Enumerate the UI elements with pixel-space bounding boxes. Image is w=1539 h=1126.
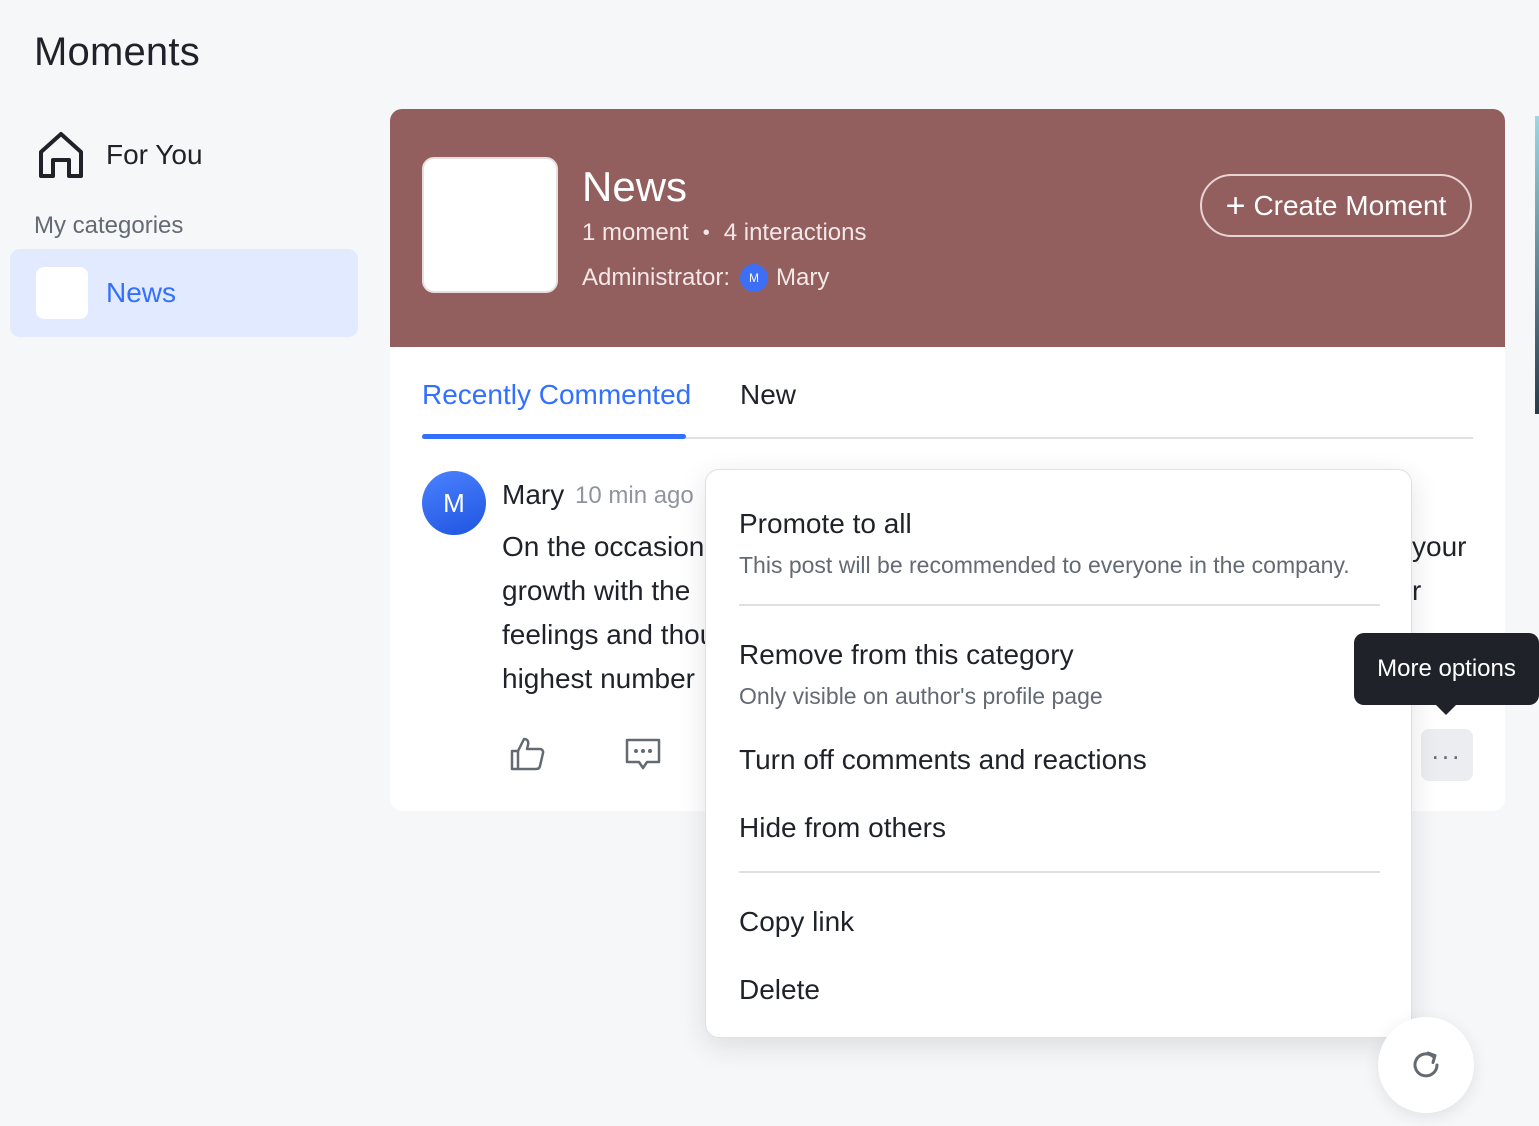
admin-label: Administrator: [582,264,731,291]
post-text-fragment: your [1412,531,1467,562]
active-tab-indicator [422,434,686,439]
interactions-count: 4 interactions [723,219,867,246]
menu-item-subtitle: This post will be recommended to everyon… [739,552,1350,578]
plus-icon: + [1225,186,1246,225]
category-cover-image [422,157,558,293]
sidebar-item-news[interactable]: News [10,249,358,337]
admin-name[interactable]: Mary [776,264,829,292]
post-text-fragment: r [1412,575,1422,606]
sidebar-item-label: News [106,277,177,308]
menu-item-title: Delete [739,974,820,1005]
category-title: News [582,163,688,210]
sidebar-section-heading: My categories [34,212,184,239]
comment-icon[interactable] [624,735,662,773]
admin-avatar[interactable]: M [740,264,769,292]
stats-separator: • [702,221,710,244]
menu-item-title: Hide from others [739,812,946,843]
category-admin: Administrator: M Mary [582,264,829,292]
tab-recently-commented[interactable]: Recently Commented [422,379,691,411]
menu-item-turn-off-comments[interactable]: Turn off comments and reactions [739,744,1380,776]
avatar[interactable]: M [422,471,486,535]
sidebar-item-label: For You [106,139,203,170]
more-options-tooltip: More options [1354,633,1539,715]
category-banner: News 1 moment • 4 interactions Administr… [390,109,1505,347]
menu-item-title: Remove from this category [739,639,1074,670]
post-timestamp: 10 min ago [575,482,694,509]
menu-item-title: Copy link [739,906,855,937]
menu-item-title: Turn off comments and reactions [739,744,1147,775]
more-options-button[interactable]: ... [1421,729,1473,781]
menu-divider [739,604,1380,606]
app-title: Moments [34,30,200,74]
menu-divider [739,871,1380,873]
more-icon: ... [1431,735,1463,765]
category-stats: 1 moment • 4 interactions [582,219,866,247]
menu-item-promote-to-all[interactable]: Promote to all This post will be recomme… [739,508,1380,579]
refresh-icon [1413,1051,1439,1078]
menu-item-title: Promote to all [739,508,912,539]
sidebar-item-for-you[interactable]: For You [34,126,354,184]
home-icon [39,132,83,178]
like-icon[interactable] [508,735,546,773]
category-thumbnail [36,267,88,319]
menu-item-subtitle: Only visible on author's profile page [739,683,1103,709]
tab-new[interactable]: New [740,379,796,411]
moments-count: 1 moment [582,219,689,246]
refresh-button[interactable] [1378,1017,1474,1113]
feed-tabs: Recently Commented New [422,347,1473,439]
menu-item-hide-from-others[interactable]: Hide from others [739,812,1380,844]
menu-item-delete[interactable]: Delete [739,974,1380,1006]
post-author[interactable]: Mary [502,479,564,511]
menu-item-copy-link[interactable]: Copy link [739,906,1380,938]
menu-item-remove-from-category[interactable]: Remove from this category Only visible o… [739,639,1380,710]
create-moment-button[interactable]: + Create Moment [1200,174,1472,237]
adjacent-panel-edge [1535,116,1539,414]
more-options-menu: Promote to all This post will be recomme… [705,469,1412,1038]
create-moment-label: Create Moment [1253,189,1447,221]
